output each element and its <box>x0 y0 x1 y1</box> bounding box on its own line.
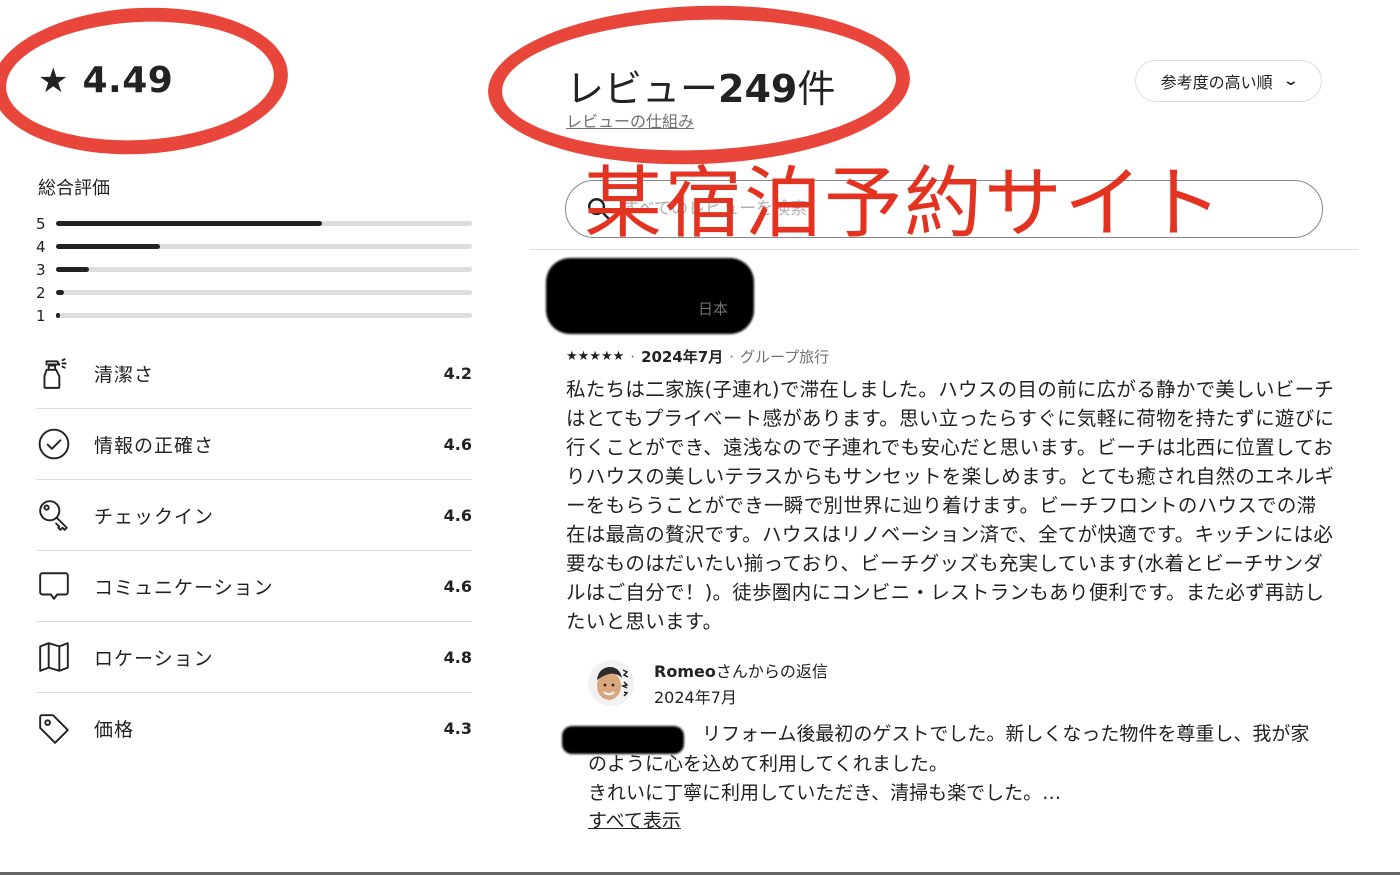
reviews-title: レビュー249件 <box>566 58 835 113</box>
category-score: 4.6 <box>443 505 472 525</box>
distribution-row: 5 <box>36 212 472 235</box>
distribution-bar-fill <box>56 221 323 226</box>
how-reviews-work-link[interactable]: レビューの仕組み <box>566 108 694 132</box>
distribution-bar-track <box>56 267 472 272</box>
category-row-communication: コミュニケーション 4.6 <box>36 551 472 622</box>
reviewer-location: 日本 <box>698 300 729 318</box>
category-score: 4.3 <box>443 719 472 738</box>
category-row-value: 価格 4.3 <box>36 693 472 764</box>
category-score: 4.6 <box>443 434 472 454</box>
review-meta: ★★★★★ · 2024年7月 · グループ旅行 <box>566 346 829 367</box>
category-ratings: 清潔さ 4.2 情報の正確さ 4.6 チェックイン 4.6 コミュニケーション … <box>36 338 472 764</box>
category-label: コミュニケーション <box>94 576 274 599</box>
overall-rating: ★ 4.49 <box>38 60 173 101</box>
meta-separator: · <box>630 347 636 366</box>
chevron-down-icon: ⌄ <box>1282 73 1299 89</box>
category-label: チェックイン <box>94 505 215 528</box>
redaction-mark <box>562 726 684 754</box>
review-star-rating: ★★★★★ <box>566 349 625 364</box>
distribution-star-number: 3 <box>36 260 46 279</box>
distribution-row: 1 <box>36 304 472 327</box>
star-icon: ★ <box>38 60 69 101</box>
reviews-count: 249 <box>718 67 798 111</box>
meta-separator: · <box>729 347 735 366</box>
review-date: 2024年7月 <box>641 348 724 366</box>
category-row-cleanliness: 清潔さ 4.2 <box>36 338 472 409</box>
reviews-title-prefix: レビュー <box>566 67 719 111</box>
distribution-bar-fill <box>56 267 90 272</box>
distribution-star-number: 2 <box>36 283 46 302</box>
distribution-bar-fill <box>56 244 160 249</box>
check-circle-icon <box>36 426 72 462</box>
category-label: 価格 <box>94 719 135 741</box>
distribution-star-number: 4 <box>36 237 46 256</box>
category-row-accuracy: 情報の正確さ 4.6 <box>36 409 472 480</box>
category-score: 4.6 <box>443 576 472 596</box>
distribution-bar-track <box>56 221 472 226</box>
category-label: 清潔さ <box>94 363 155 386</box>
rating-score: 4.49 <box>82 60 174 101</box>
review-text: 私たちは二家族(子連れ)で滞在しました。ハウスの目の前に広がる静かで美しいビーチ… <box>566 378 1335 633</box>
rating-distribution: 5 4 3 2 1 <box>36 212 472 327</box>
price-tag-icon <box>36 711 72 747</box>
distribution-row: 4 <box>36 235 472 258</box>
redaction-mark <box>546 258 754 334</box>
host-reply-line: きれいに丁寧に利用していただき、清掃も楽でした。… <box>588 782 1062 804</box>
host-avatar <box>588 660 634 706</box>
distribution-star-number: 1 <box>36 306 46 325</box>
host-reply-heading: Romeoさんからの返信 <box>654 658 828 682</box>
sort-dropdown-button[interactable]: 参考度の高い順 ⌄ <box>1135 60 1322 102</box>
distribution-row: 2 <box>36 281 472 304</box>
host-reply-line: リフォーム後最初のゲストでした。新しくなった物件を尊重し、我が家のように心を込め… <box>588 723 1310 775</box>
category-row-location: ロケーション 4.8 <box>36 622 472 693</box>
distribution-star-number: 5 <box>36 214 46 233</box>
distribution-bar-fill <box>56 290 65 295</box>
category-score: 4.8 <box>443 647 472 667</box>
sort-label: 参考度の高い順 <box>1160 73 1273 92</box>
host-reply-date: 2024年7月 <box>654 688 737 707</box>
section-divider <box>530 249 1358 250</box>
category-label: 情報の正確さ <box>94 434 215 457</box>
distribution-bar-fill <box>56 313 61 318</box>
show-all-link[interactable]: すべて表示 <box>588 806 681 833</box>
category-score: 4.2 <box>443 363 472 383</box>
host-reply-suffix: さんからの返信 <box>715 662 828 681</box>
spray-bottle-icon <box>36 355 72 391</box>
annotation-label: 某宿泊予約サイト <box>584 159 1225 249</box>
key-icon <box>36 497 72 533</box>
category-label: ロケーション <box>94 647 214 670</box>
host-name: Romeo <box>654 662 716 681</box>
reviews-title-suffix: 件 <box>797 67 836 111</box>
chat-bubble-icon <box>36 568 72 604</box>
category-row-checkin: チェックイン 4.6 <box>36 480 472 551</box>
distribution-bar-track <box>56 313 472 318</box>
distribution-row: 3 <box>36 258 472 281</box>
distribution-bar-track <box>56 244 472 249</box>
distribution-bar-track <box>56 290 472 295</box>
reviewer-info: 日本 <box>546 258 754 334</box>
overall-rating-label: 総合評価 <box>38 178 110 199</box>
map-icon <box>36 639 72 675</box>
host-reply-text: リフォーム後最初のゲストでした。新しくなった物件を尊重し、我が家のように心を込め… <box>588 720 1328 809</box>
review-trip-type: グループ旅行 <box>740 348 830 366</box>
